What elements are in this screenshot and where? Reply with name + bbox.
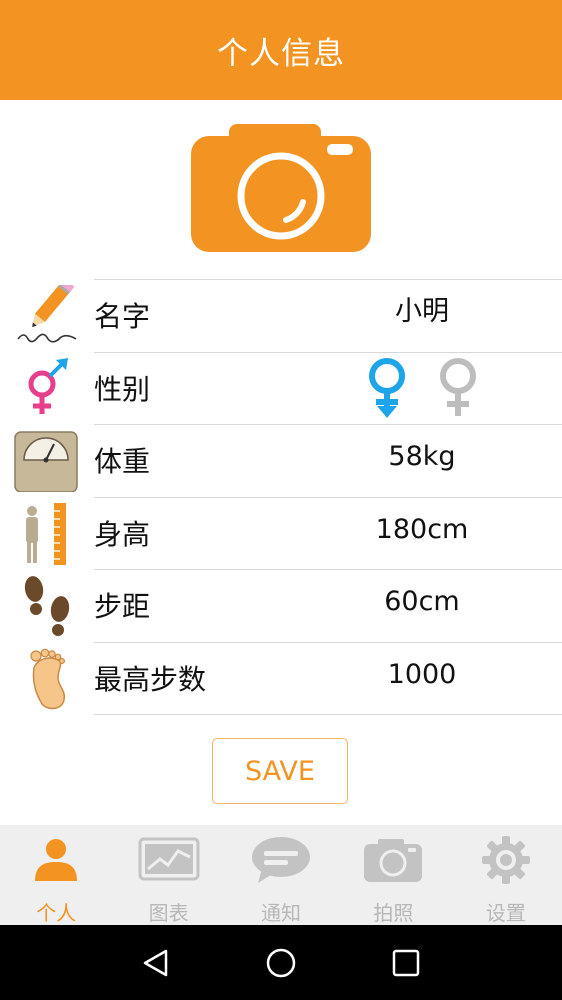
tab-settings[interactable]: 设置	[450, 825, 562, 925]
tab-photo[interactable]: 拍照	[337, 825, 449, 925]
height-value[interactable]: 180cm	[282, 512, 562, 548]
pencil-signature-icon	[14, 278, 80, 347]
row-height[interactable]: 身高 180cm	[0, 496, 562, 570]
male-option-icon[interactable]	[369, 357, 405, 418]
page-title: 个人信息	[217, 35, 345, 72]
camera-icon	[364, 839, 423, 882]
gender-icon	[14, 357, 80, 420]
divider	[94, 569, 562, 570]
height-ruler-icon	[14, 502, 80, 565]
scale-icon	[14, 430, 80, 493]
person-icon	[35, 839, 78, 881]
tab-label: 设置	[485, 901, 526, 925]
height-label: 身高	[94, 517, 151, 551]
divider	[94, 496, 562, 498]
gear-icon	[481, 836, 530, 884]
divider	[94, 351, 562, 353]
tab-chart[interactable]: 图表	[112, 825, 224, 925]
row-gender: 性别	[0, 351, 562, 425]
max-steps-label: 最高步数	[94, 662, 207, 696]
divider	[94, 279, 562, 280]
divider	[94, 641, 562, 643]
bottom-tab-bar: 个人 图表 通知 拍照 设置	[0, 825, 562, 925]
system-nav-bar	[0, 925, 562, 1000]
name-value[interactable]: 小明	[282, 294, 562, 330]
row-weight[interactable]: 体重 58kg	[0, 424, 562, 497]
row-name[interactable]: 名字 小明	[0, 278, 562, 352]
row-max-steps[interactable]: 最高步数 1000	[0, 641, 562, 715]
stride-label: 步距	[94, 590, 151, 623]
gender-label: 性别	[94, 372, 151, 406]
home-icon[interactable]	[263, 945, 299, 981]
weight-label: 体重	[94, 445, 151, 478]
name-label: 名字	[94, 300, 151, 333]
tab-notify[interactable]: 通知	[225, 825, 337, 925]
tab-profile[interactable]: 个人	[0, 825, 112, 925]
foot-icon	[14, 648, 80, 710]
max-steps-value[interactable]: 1000	[282, 657, 562, 693]
tab-label: 拍照	[373, 901, 414, 925]
female-option-icon[interactable]	[440, 357, 476, 416]
profile-fields: 名字 小明 性别 体重 58kg 身高 180cm 步距 60cm 最高步数 1…	[0, 278, 562, 715]
tab-label: 个人	[36, 901, 77, 925]
footprints-icon	[14, 575, 80, 637]
gender-selector	[360, 354, 490, 422]
chart-icon	[138, 837, 200, 881]
stride-value[interactable]: 60cm	[282, 584, 562, 620]
back-icon[interactable]	[138, 945, 174, 981]
header-bar: 个人信息	[0, 0, 562, 100]
tab-label: 图表	[148, 901, 189, 925]
divider	[94, 714, 562, 715]
divider	[94, 424, 562, 425]
row-stride[interactable]: 步距 60cm	[0, 569, 562, 642]
chat-bubble-icon	[252, 837, 311, 883]
weight-value[interactable]: 58kg	[282, 439, 562, 475]
camera-icon[interactable]	[191, 122, 371, 254]
save-button[interactable]: SAVE	[212, 738, 348, 804]
recents-icon[interactable]	[388, 945, 424, 981]
tab-label: 通知	[261, 901, 302, 925]
